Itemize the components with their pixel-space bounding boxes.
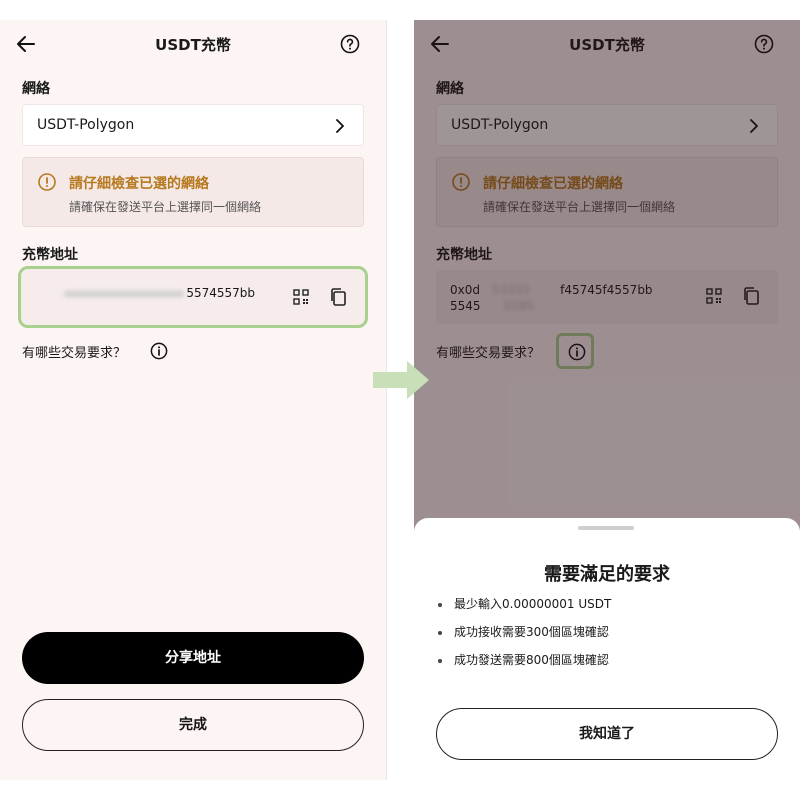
header: USDT充幣: [0, 20, 386, 68]
requirement-text: 成功接收需要300個區塊確認: [454, 625, 609, 639]
redacted-address: [64, 290, 185, 297]
network-warning: 請仔細檢查已選的網絡 請確保在發送平台上選擇同一個網絡: [22, 157, 364, 227]
requirements-link[interactable]: 有哪些交易要求？: [22, 342, 126, 361]
address-label: 充幣地址: [22, 247, 78, 263]
got-it-button[interactable]: 我知道了: [436, 708, 778, 760]
sheet-drag-handle[interactable]: [578, 526, 634, 530]
warning-subtitle: 請確保在發送平台上選擇同一個網絡: [69, 200, 262, 214]
bullet-icon: [438, 630, 442, 635]
help-icon[interactable]: [340, 34, 360, 54]
warning-info-icon: [38, 173, 56, 191]
copy-icon[interactable]: [329, 287, 347, 307]
warning-title: 請仔細檢查已選的網絡: [69, 176, 209, 192]
right-screen: USDT充幣 網絡 USDT-Polygon 請仔細檢查已選的網絡 請確保在發送…: [414, 20, 800, 780]
sheet-title: 需要滿足的要求: [544, 564, 670, 585]
list-item: 成功發送需要800個區塊確認: [438, 652, 611, 680]
done-button[interactable]: 完成: [22, 699, 364, 751]
list-item: 最少輸入0.00000001 USDT: [438, 596, 611, 624]
bullet-icon: [438, 602, 442, 607]
network-label: 網絡: [22, 81, 50, 97]
page-title: USDT充幣: [155, 36, 231, 54]
bullet-icon: [438, 658, 442, 663]
deposit-address[interactable]: 5574557bb: [21, 285, 255, 301]
share-address-button[interactable]: 分享地址: [22, 632, 364, 684]
requirement-text: 最少輸入0.00000001 USDT: [454, 597, 612, 611]
network-value: USDT-Polygon: [37, 117, 135, 133]
left-screen: USDT充幣 網絡 USDT-Polygon 請仔細檢查已選的網絡 請確保在發送…: [0, 20, 386, 780]
requirement-text: 成功發送需要800個區塊確認: [454, 653, 609, 667]
qr-code-icon[interactable]: [293, 289, 309, 305]
address-suffix: 5574557bb: [186, 286, 255, 300]
step-arrow-icon: [373, 361, 429, 399]
requirements-list: 最少輸入0.00000001 USDT 成功接收需要300個區塊確認 成功發送需…: [438, 596, 611, 680]
list-item: 成功接收需要300個區塊確認: [438, 624, 611, 652]
network-selector[interactable]: USDT-Polygon: [22, 104, 364, 146]
deposit-address-box: 5574557bb: [18, 266, 368, 328]
tutorial-stage: USDT充幣 網絡 USDT-Polygon 請仔細檢查已選的網絡 請確保在發送…: [0, 0, 800, 800]
requirements-sheet: 需要滿足的要求 最少輸入0.00000001 USDT 成功接收需要300個區塊…: [414, 518, 800, 780]
chevron-right-icon: [336, 119, 344, 133]
info-icon[interactable]: [150, 342, 168, 360]
